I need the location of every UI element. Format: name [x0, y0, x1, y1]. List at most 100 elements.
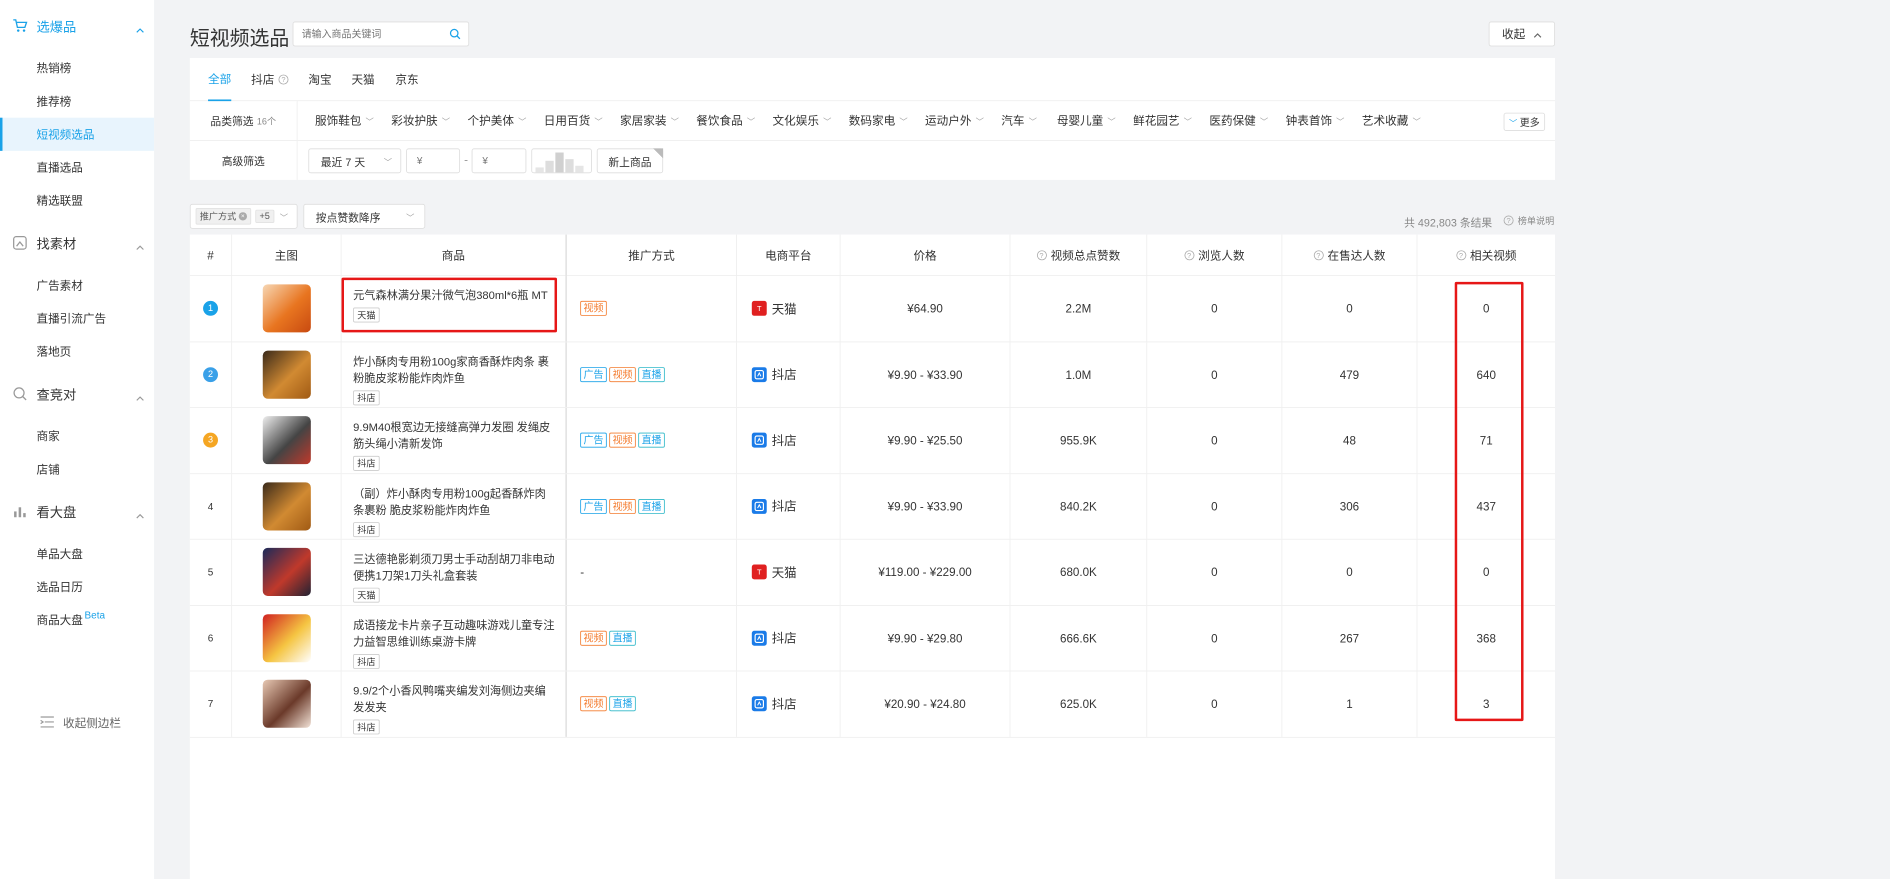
tab-douyin-store[interactable]: 抖店?: [251, 58, 292, 101]
search-input[interactable]: [293, 22, 443, 46]
product-cell[interactable]: 三达德艳影剃须刀男士手动刮胡刀非电动便携1刀架1刀头礼盒套装 天猫: [342, 539, 567, 605]
product-cell[interactable]: 炸小酥肉专用粉100g家商香酥炸肉条 裹粉脆皮浆粉能炸肉炸鱼 抖店: [342, 341, 567, 407]
sort-select[interactable]: 按点赞数降序 ﹀: [303, 203, 426, 229]
category-item[interactable]: 鲜花园艺 ﹀: [1133, 101, 1192, 139]
sidebar-group-market[interactable]: 看大盘: [0, 486, 154, 537]
product-image[interactable]: [262, 350, 311, 399]
tab-tmall[interactable]: 天猫: [351, 58, 374, 101]
category-item[interactable]: 数码家电 ﹀: [849, 101, 908, 139]
product-title[interactable]: 9.9M40根宽边无接缝高弹力发圈 发绳皮筋头绳小清新发饰: [353, 419, 557, 452]
sidebar-item-hot[interactable]: 热销榜: [0, 51, 154, 84]
product-cell[interactable]: 9.9M40根宽边无接缝高弹力发圈 发绳皮筋头绳小清新发饰 抖店: [342, 407, 567, 473]
sidebar-item-ad-material[interactable]: 广告素材: [0, 269, 154, 302]
table-row[interactable]: 7 9.9/2个小香风鸭嘴夹编发刘海侧边夹编发发夹 抖店 视频 直播 抖店 ¥20.90 -…: [189, 671, 1556, 738]
sidebar-group-material[interactable]: 找素材: [0, 217, 154, 268]
col-price: 价格: [841, 234, 1011, 277]
category-item[interactable]: 汽车 ﹀: [1001, 101, 1037, 139]
product-image[interactable]: [262, 548, 311, 597]
price-min-input[interactable]: [406, 148, 461, 174]
table-row[interactable]: 6 成语接龙卡片亲子互动趣味游戏儿童专注力益智思维训练桌游卡牌 抖店 视频 直播 抖店 ¥9…: [189, 605, 1556, 672]
sidebar-item-alliance[interactable]: 精选联盟: [0, 184, 154, 217]
product-image[interactable]: [262, 416, 311, 465]
table-row[interactable]: 5 三达德艳影剃须刀男士手动刮胡刀非电动便携1刀架1刀头礼盒套装 天猫 - T 天猫 ¥11…: [189, 539, 1556, 606]
help-icon: ?: [1503, 215, 1514, 226]
product-title[interactable]: （副）炸小酥肉专用粉100g起香酥炸肉条裹粉 脆皮浆粉能炸肉炸鱼: [353, 485, 557, 518]
promo-filter-select[interactable]: 推广方式 × +5 ﹀: [189, 203, 298, 229]
tab-jd[interactable]: 京东: [395, 58, 418, 101]
product-title[interactable]: 三达德艳影剃须刀男士手动刮胡刀非电动便携1刀架1刀头礼盒套装: [353, 551, 557, 584]
more-button[interactable]: ﹀ 更多: [1503, 112, 1546, 131]
sidebar-item-live[interactable]: 直播选品: [0, 151, 154, 184]
price-histogram[interactable]: [531, 148, 592, 174]
sidebar-item-short-video[interactable]: 短视频选品: [0, 117, 155, 151]
product-image[interactable]: [262, 482, 311, 531]
tab-taobao[interactable]: 淘宝: [308, 58, 331, 101]
new-product-button[interactable]: 新上商品: [596, 148, 664, 174]
sidebar-group-select[interactable]: 选爆品: [0, 0, 154, 51]
tab-all[interactable]: 全部: [208, 58, 232, 102]
category-text: 文化娱乐: [772, 113, 819, 127]
sidebar-item-live-ad[interactable]: 直播引流广告: [0, 302, 154, 335]
promo-tag: 直播: [638, 498, 665, 514]
platform-label: 抖店: [751, 432, 797, 449]
rank-note-link[interactable]: ? 榜单说明: [1503, 214, 1554, 227]
category-item[interactable]: 艺术收藏 ﹀: [1362, 101, 1421, 139]
sidebar-item-product-market[interactable]: 商品大盘 Beta: [0, 603, 154, 636]
search-icon[interactable]: [449, 28, 461, 42]
promo-empty: -: [580, 565, 585, 579]
product-cell[interactable]: 成语接龙卡片亲子互动趣味游戏儿童专注力益智思维训练桌游卡牌 抖店: [342, 605, 567, 671]
sidebar-item-single[interactable]: 单品大盘: [0, 537, 154, 570]
product-platform-tag: 抖店: [353, 521, 380, 537]
likes-cell: 680.0K: [1010, 539, 1148, 605]
sidebar-item-recommend[interactable]: 推荐榜: [0, 85, 154, 118]
likes-cell: 840.2K: [1010, 473, 1148, 539]
page-title: 短视频选品: [189, 27, 290, 50]
sidebar-item-calendar[interactable]: 选品日历: [0, 570, 154, 603]
sidebar-item-store[interactable]: 店铺: [0, 453, 154, 486]
sidebar-group-competitor[interactable]: 查竞对: [0, 368, 154, 419]
category-item[interactable]: 餐饮食品 ﹀: [696, 101, 755, 139]
product-image[interactable]: [262, 679, 311, 728]
image-cell: [232, 341, 342, 407]
platform-cell: 抖店: [737, 341, 841, 407]
category-item[interactable]: 家居家装 ﹀: [620, 101, 679, 139]
promo-extra-count: +5: [255, 209, 274, 223]
price-max-input[interactable]: [471, 148, 527, 174]
category-item[interactable]: 日用百货 ﹀: [544, 101, 603, 139]
rank-cell: 5: [190, 539, 233, 605]
promo-cell: 视频 直播: [567, 605, 737, 671]
chevron-down-icon: ﹀: [279, 213, 289, 223]
chevron-down-icon: ﹀: [975, 117, 984, 127]
category-item[interactable]: 母婴儿童 ﹀: [1057, 101, 1116, 139]
promo-cell: 广告 视频 直播: [567, 473, 737, 539]
image-cell: [232, 539, 342, 605]
category-item[interactable]: 彩妆护肤 ﹀: [391, 101, 450, 139]
close-icon[interactable]: ×: [238, 212, 248, 221]
promo-tag: 视频: [609, 366, 636, 382]
category-item[interactable]: 个护美体 ﹀: [467, 101, 526, 139]
col-sellers: ? 在售达人数: [1282, 234, 1418, 277]
platform-name: 抖店: [771, 368, 797, 383]
table-row[interactable]: 4 （副）炸小酥肉专用粉100g起香酥炸肉条裹粉 脆皮浆粉能炸肉炸鱼 抖店 广告 视频直…: [189, 473, 1556, 540]
product-title[interactable]: 成语接龙卡片亲子互动趣味游戏儿童专注力益智思维训练桌游卡牌: [353, 617, 557, 650]
product-title[interactable]: 9.9/2个小香风鸭嘴夹编发刘海侧边夹编发发夹: [353, 683, 557, 716]
likes-cell: 625.0K: [1010, 671, 1148, 737]
category-item[interactable]: 医药保健 ﹀: [1209, 101, 1268, 139]
category-item[interactable]: 钟表首饰 ﹀: [1286, 101, 1345, 139]
category-item[interactable]: 运动户外 ﹀: [925, 101, 984, 139]
date-select[interactable]: 最近 7 天 ﹀: [308, 148, 402, 174]
product-title[interactable]: 炸小酥肉专用粉100g家商香酥炸肉条 裹粉脆皮浆粉能炸肉炸鱼: [353, 354, 557, 387]
collapse-button[interactable]: 收起: [1488, 21, 1556, 47]
table-row[interactable]: 3 9.9M40根宽边无接缝高弹力发圈 发绳皮筋头绳小清新发饰 抖店 广告 视频 直播 抖店…: [189, 407, 1556, 474]
product-cell[interactable]: 9.9/2个小香风鸭嘴夹编发刘海侧边夹编发发夹 抖店: [342, 671, 567, 737]
collapse-sidebar-button[interactable]: 收起侧边栏: [40, 715, 121, 732]
price-cell: ¥64.90: [841, 276, 1011, 342]
category-item[interactable]: 服饰鞋包 ﹀: [315, 101, 374, 139]
product-image[interactable]: [262, 284, 311, 333]
category-item[interactable]: 文化娱乐 ﹀: [773, 101, 832, 139]
product-cell[interactable]: （副）炸小酥肉专用粉100g起香酥炸肉条裹粉 脆皮浆粉能炸肉炸鱼抖店: [342, 473, 567, 539]
sidebar-item-landing[interactable]: 落地页: [0, 335, 154, 368]
table-row[interactable]: 2 炸小酥肉专用粉100g家商香酥炸肉条 裹粉脆皮浆粉能炸肉炸鱼 抖店 广告 视频 直播抖…: [189, 341, 1556, 408]
sidebar-item-merchant[interactable]: 商家: [0, 419, 154, 452]
product-image[interactable]: [262, 614, 311, 663]
